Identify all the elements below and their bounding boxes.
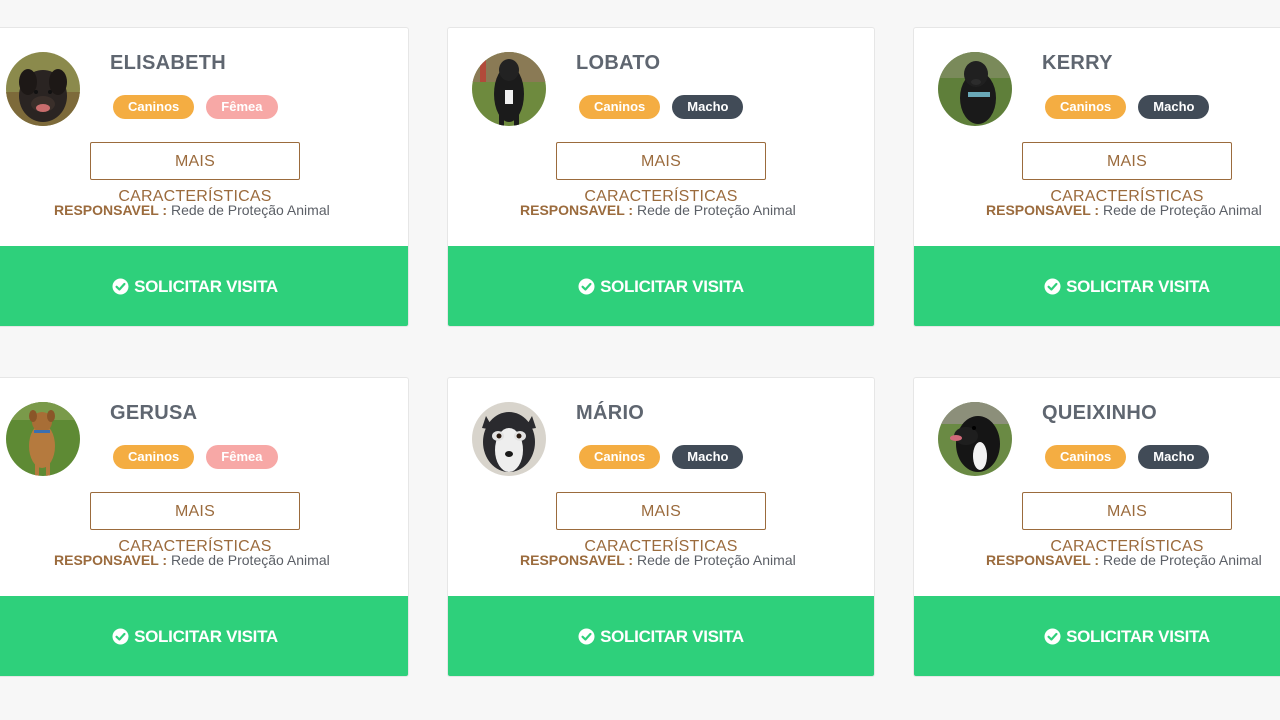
pet-card: ELISABETH Caninos Fêmea MAIS CARACTERÍST…	[0, 27, 409, 327]
pet-tags: Caninos Macho	[1045, 445, 1210, 469]
responsible-label: RESPONSAVEL :	[520, 202, 634, 218]
more-characteristics-button[interactable]: MAIS CARACTERÍSTICAS	[90, 142, 300, 205]
responsible-value: Rede de Proteção Animal	[636, 552, 796, 568]
pet-name: ELISABETH	[110, 52, 227, 74]
sex-tag: Macho	[1138, 445, 1210, 469]
responsible-label: RESPONSAVEL :	[54, 552, 168, 568]
pet-tags: Caninos Macho	[579, 445, 744, 469]
species-tag: Caninos	[579, 95, 661, 119]
request-visit-label: SOLICITAR VISITA	[1066, 276, 1210, 296]
pet-photo[interactable]	[938, 52, 1012, 126]
check-circle-icon	[112, 628, 129, 645]
pet-name: MÁRIO	[576, 402, 645, 424]
responsible-value: Rede de Proteção Animal	[636, 202, 796, 218]
sex-tag: Fêmea	[206, 445, 278, 469]
pet-photo[interactable]	[6, 402, 80, 476]
request-visit-label: SOLICITAR VISITA	[600, 626, 744, 646]
responsible-value: Rede de Proteção Animal	[170, 552, 330, 568]
responsible-label: RESPONSAVEL :	[520, 552, 634, 568]
more-characteristics-button[interactable]: MAIS CARACTERÍSTICAS	[1022, 492, 1232, 555]
responsible-value: Rede de Proteção Animal	[1102, 552, 1262, 568]
more-characteristics-button[interactable]: MAIS CARACTERÍSTICAS	[556, 142, 766, 205]
responsible-info: RESPONSAVEL : Rede de Proteção Animal	[54, 202, 330, 218]
sex-tag: Macho	[1138, 95, 1210, 119]
request-visit-button[interactable]: SOLICITAR VISITA	[448, 596, 874, 676]
sex-tag: Macho	[672, 95, 744, 119]
pet-tags: Caninos Macho	[1045, 95, 1210, 119]
species-tag: Caninos	[113, 445, 195, 469]
more-characteristics-button[interactable]: MAIS CARACTERÍSTICAS	[1022, 142, 1232, 205]
sex-tag: Macho	[672, 445, 744, 469]
check-circle-icon	[1044, 278, 1061, 295]
pet-card: MÁRIO Caninos Macho MAIS CARACTERÍSTICAS…	[447, 377, 875, 677]
request-visit-label: SOLICITAR VISITA	[600, 276, 744, 296]
species-tag: Caninos	[1045, 445, 1127, 469]
pet-card-grid: ELISABETH Caninos Fêmea MAIS CARACTERÍST…	[0, 0, 1280, 720]
responsible-value: Rede de Proteção Animal	[170, 202, 330, 218]
more-characteristics-button[interactable]: MAIS CARACTERÍSTICAS	[90, 492, 300, 555]
request-visit-label: SOLICITAR VISITA	[134, 626, 278, 646]
pet-photo[interactable]	[472, 52, 546, 126]
responsible-value: Rede de Proteção Animal	[1102, 202, 1262, 218]
responsible-info: RESPONSAVEL : Rede de Proteção Animal	[986, 552, 1262, 568]
request-visit-button[interactable]: SOLICITAR VISITA	[0, 596, 408, 676]
responsible-info: RESPONSAVEL : Rede de Proteção Animal	[986, 202, 1262, 218]
pet-card: QUEIXINHO Caninos Macho MAIS CARACTERÍST…	[913, 377, 1280, 677]
responsible-label: RESPONSAVEL :	[986, 552, 1100, 568]
more-characteristics-button[interactable]: MAIS CARACTERÍSTICAS	[556, 492, 766, 555]
request-visit-button[interactable]: SOLICITAR VISITA	[0, 246, 408, 326]
pet-tags: Caninos Fêmea	[113, 95, 278, 119]
pet-card: GERUSA Caninos Fêmea MAIS CARACTERÍSTICA…	[0, 377, 409, 677]
pet-tags: Caninos Macho	[579, 95, 744, 119]
pet-photo[interactable]	[6, 52, 80, 126]
responsible-info: RESPONSAVEL : Rede de Proteção Animal	[520, 552, 796, 568]
pet-card: KERRY Caninos Macho MAIS CARACTERÍSTICAS…	[913, 27, 1280, 327]
request-visit-button[interactable]: SOLICITAR VISITA	[914, 596, 1280, 676]
responsible-info: RESPONSAVEL : Rede de Proteção Animal	[520, 202, 796, 218]
pet-card: LOBATO Caninos Macho MAIS CARACTERÍSTICA…	[447, 27, 875, 327]
pet-name: KERRY	[1042, 52, 1113, 74]
check-circle-icon	[578, 278, 595, 295]
request-visit-label: SOLICITAR VISITA	[1066, 626, 1210, 646]
pet-photo[interactable]	[938, 402, 1012, 476]
responsible-info: RESPONSAVEL : Rede de Proteção Animal	[54, 552, 330, 568]
species-tag: Caninos	[1045, 95, 1127, 119]
sex-tag: Fêmea	[206, 95, 278, 119]
request-visit-button[interactable]: SOLICITAR VISITA	[914, 246, 1280, 326]
check-circle-icon	[112, 278, 129, 295]
pet-photo[interactable]	[472, 402, 546, 476]
responsible-label: RESPONSAVEL :	[54, 202, 168, 218]
species-tag: Caninos	[579, 445, 661, 469]
species-tag: Caninos	[113, 95, 195, 119]
request-visit-button[interactable]: SOLICITAR VISITA	[448, 246, 874, 326]
check-circle-icon	[1044, 628, 1061, 645]
responsible-label: RESPONSAVEL :	[986, 202, 1100, 218]
check-circle-icon	[578, 628, 595, 645]
pet-tags: Caninos Fêmea	[113, 445, 278, 469]
request-visit-label: SOLICITAR VISITA	[134, 276, 278, 296]
pet-name: GERUSA	[110, 402, 198, 424]
pet-name: QUEIXINHO	[1042, 402, 1157, 424]
pet-name: LOBATO	[576, 52, 661, 74]
